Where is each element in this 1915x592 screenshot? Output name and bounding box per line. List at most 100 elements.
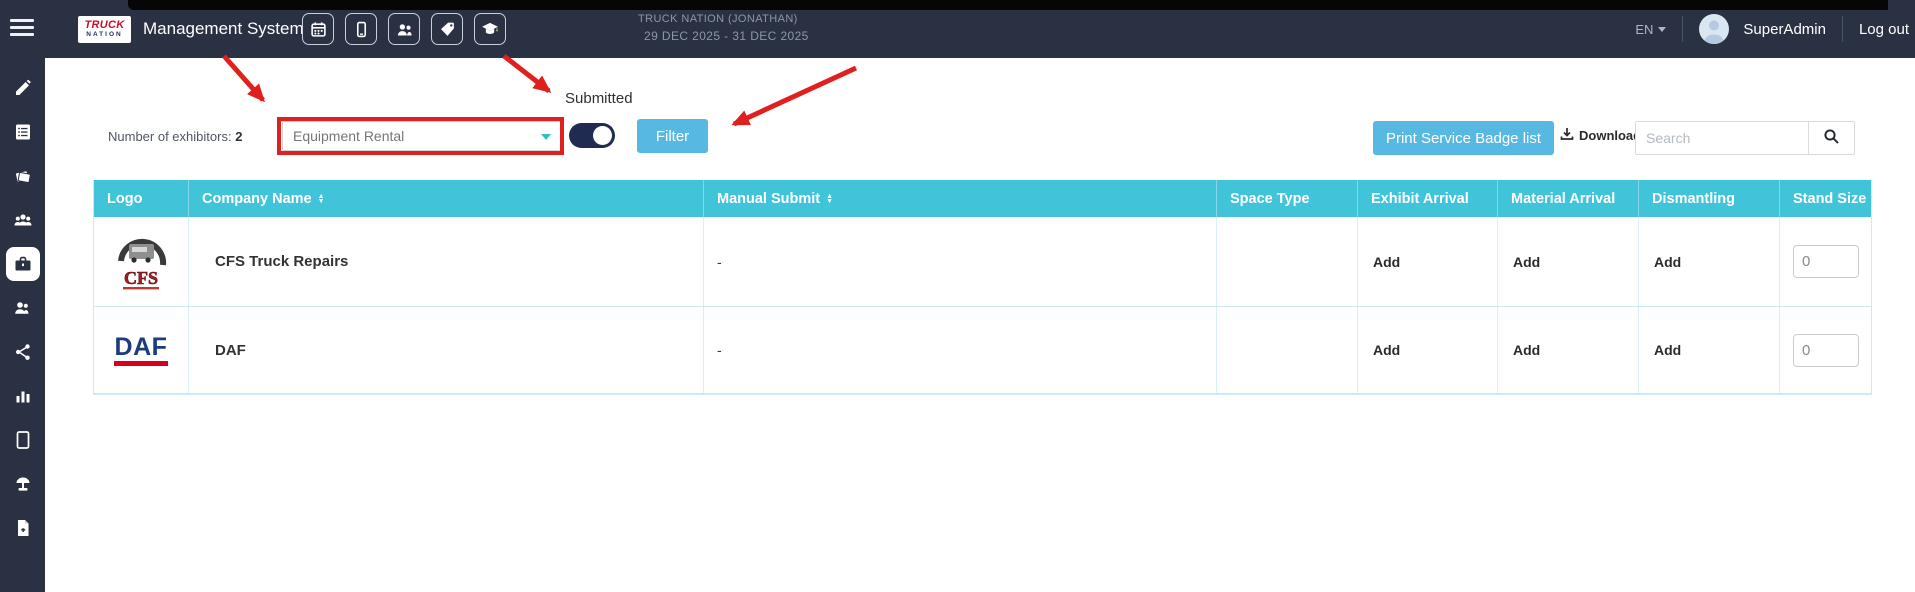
logout-button[interactable]: Log out xyxy=(1859,21,1909,38)
sidebar-item-devices[interactable] xyxy=(13,430,33,450)
logo-cell: DAF xyxy=(94,307,188,393)
brand-logo-line1: TRUCK xyxy=(85,20,125,31)
tag-button[interactable] xyxy=(431,13,463,45)
manual-submit-cell: - xyxy=(703,307,1216,393)
dismantling-cell: Add xyxy=(1638,217,1779,306)
column-header-material-arrival: Material Arrival xyxy=(1497,180,1638,217)
download-label: Download xyxy=(1579,128,1641,143)
select-caret-icon xyxy=(541,134,551,140)
hamburger-menu-icon[interactable] xyxy=(10,19,36,39)
sort-icon: ▲▼ xyxy=(826,194,833,204)
stand-size-cell xyxy=(1779,307,1873,393)
calendar-button[interactable] xyxy=(302,13,334,45)
print-service-badge-button[interactable]: Print Service Badge list xyxy=(1373,121,1554,155)
sidebar-item-reports[interactable] xyxy=(13,386,33,406)
sidebar-item-forms[interactable] xyxy=(13,122,33,142)
daf-logo: DAF xyxy=(114,335,169,366)
add-dismantling-link[interactable]: Add xyxy=(1654,342,1681,358)
share-icon xyxy=(13,342,33,362)
sidebar-item-visitors[interactable] xyxy=(13,298,33,318)
download-button[interactable]: Download xyxy=(1560,127,1641,144)
table-row: DAF DAF - Add Add Add xyxy=(94,307,1871,394)
navbar-icon-buttons xyxy=(302,13,506,45)
sidebar-item-edit[interactable] xyxy=(13,78,33,98)
add-material-arrival-link[interactable]: Add xyxy=(1513,342,1540,358)
sidebar-item-share[interactable] xyxy=(13,342,33,362)
search-input[interactable] xyxy=(1636,122,1808,154)
annotation-arrow-submitted xyxy=(504,56,549,91)
bar-chart-icon xyxy=(13,386,33,406)
window-top-strip xyxy=(128,0,1888,10)
svg-text:CFS: CFS xyxy=(124,268,158,288)
column-header-manual-submit[interactable]: Manual Submit▲▼ xyxy=(703,180,1216,217)
column-header-exhibit-arrival: Exhibit Arrival xyxy=(1357,180,1497,217)
exhibitor-count: Number of exhibitors: 2 xyxy=(108,129,242,144)
dismantling-cell: Add xyxy=(1638,307,1779,393)
navbar-right: EN SuperAdmin Log out xyxy=(1635,0,1909,58)
exhibit-arrival-cell: Add xyxy=(1357,217,1497,306)
submitted-toggle[interactable] xyxy=(569,123,615,148)
sidebar-item-import[interactable] xyxy=(13,518,33,538)
users-group-icon xyxy=(13,210,33,230)
stand-size-input[interactable] xyxy=(1793,334,1859,367)
logo-cell: CFS xyxy=(94,217,188,306)
manual-submit-cell: - xyxy=(703,217,1216,306)
divider xyxy=(1842,16,1843,42)
event-dates: 29 DEC 2025 - 31 DEC 2025 xyxy=(638,29,809,43)
add-material-arrival-link[interactable]: Add xyxy=(1513,254,1540,270)
exhibitor-count-label: Number of exhibitors: xyxy=(108,129,232,144)
column-header-space-type: Space Type xyxy=(1216,180,1357,217)
company-name-cell: CFS Truck Repairs xyxy=(188,217,703,306)
sidebar-item-tags[interactable] xyxy=(13,166,33,186)
exhibitors-table: Logo Company Name▲▼ Manual Submit▲▼ Spac… xyxy=(93,180,1872,395)
search-button[interactable] xyxy=(1808,122,1854,154)
add-exhibit-arrival-link[interactable]: Add xyxy=(1373,342,1400,358)
list-icon xyxy=(13,122,33,142)
person-icon xyxy=(1699,14,1729,44)
category-select-value: Equipment Rental xyxy=(293,128,404,144)
language-label: EN xyxy=(1635,22,1653,37)
event-info: TRUCK NATION (JONATHAN) 29 DEC 2025 - 31… xyxy=(638,13,809,43)
brand-logo[interactable]: TRUCK NATION xyxy=(78,16,131,43)
stand-size-input[interactable] xyxy=(1793,245,1859,278)
avatar[interactable] xyxy=(1699,14,1729,44)
filter-button[interactable]: Filter xyxy=(637,119,708,153)
toggle-knob xyxy=(593,126,612,145)
language-selector[interactable]: EN xyxy=(1635,22,1666,37)
table-row: CFS CFS Truck Repairs - Add Add Add xyxy=(94,217,1871,307)
table-header-row: Logo Company Name▲▼ Manual Submit▲▼ Spac… xyxy=(94,180,1871,217)
download-icon xyxy=(1560,127,1574,144)
sidebar-item-users-group[interactable] xyxy=(13,210,33,230)
search-icon xyxy=(1823,128,1840,148)
file-upload-icon xyxy=(13,518,33,538)
users-icon xyxy=(396,21,413,38)
brand-logo-line2: NATION xyxy=(86,31,122,39)
mobile-button[interactable] xyxy=(345,13,377,45)
column-header-company-name[interactable]: Company Name▲▼ xyxy=(188,180,703,217)
cfs-logo: CFS xyxy=(113,225,169,298)
category-select[interactable]: Equipment Rental xyxy=(282,121,562,151)
tag-icon xyxy=(439,21,456,38)
exhibit-arrival-cell: Add xyxy=(1357,307,1497,393)
space-type-cell xyxy=(1216,307,1357,393)
users-button[interactable] xyxy=(388,13,420,45)
add-exhibit-arrival-link[interactable]: Add xyxy=(1373,254,1400,270)
annotation-arrow-dropdown xyxy=(224,56,263,100)
exhibitor-count-value: 2 xyxy=(235,129,242,144)
material-arrival-cell: Add xyxy=(1497,217,1638,306)
column-header-stand-size: Stand Size xyxy=(1779,180,1873,217)
tablet-icon xyxy=(13,430,33,450)
add-dismantling-link[interactable]: Add xyxy=(1654,254,1681,270)
divider xyxy=(1682,16,1683,42)
graduation-cap-icon xyxy=(481,20,499,38)
booth-icon xyxy=(13,474,33,494)
column-header-dismantling: Dismantling xyxy=(1638,180,1779,217)
event-name: TRUCK NATION (JONATHAN) xyxy=(638,13,809,25)
training-button[interactable] xyxy=(474,13,506,45)
user-role[interactable]: SuperAdmin xyxy=(1743,21,1826,38)
space-type-cell xyxy=(1216,217,1357,306)
stand-size-cell xyxy=(1779,217,1873,306)
sidebar-item-exhibitors[interactable] xyxy=(6,247,40,281)
company-name-cell: DAF xyxy=(188,307,703,393)
sidebar-item-booth[interactable] xyxy=(13,474,33,494)
